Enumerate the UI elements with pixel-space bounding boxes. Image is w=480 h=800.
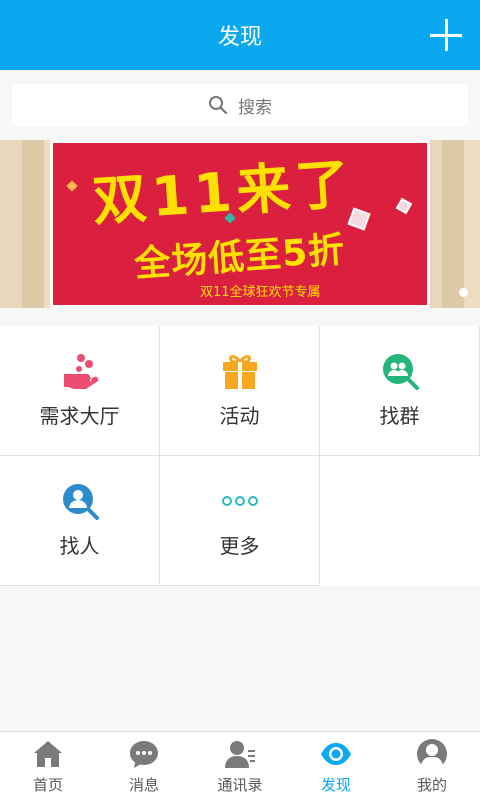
grid-item-find-group[interactable]: 找群 [320,326,480,456]
grid-item-more[interactable]: 更多 [160,456,320,586]
page-title: 发现 [217,25,262,50]
grid-item-demand-hall[interactable]: 需求大厅 [0,326,160,456]
nav-item-label: 首页 [32,776,63,794]
home-icon [34,741,62,767]
banner-card: 双11来了 全场低至5折 双11全球狂欢节专属 [50,140,430,308]
bottom-nav: 首页 消息 通讯录 发现 我的 [0,731,480,800]
nav-item-home[interactable]: 首页 [0,732,96,800]
eye-icon [321,743,351,765]
grid-item-label: 更多 [219,534,260,558]
gift-icon [222,355,257,389]
nav-item-label: 发现 [320,776,351,794]
nav-item-label: 我的 [416,776,447,794]
contacts-icon [225,741,255,768]
grid-item-label: 找群 [379,404,420,428]
nav-item-contacts[interactable]: 通讯录 [192,732,288,800]
find-person-icon [62,484,99,520]
more-dots-icon [221,496,258,506]
nav-item-discover[interactable]: 发现 [288,732,384,800]
carousel-indicator[interactable] [459,288,468,297]
grid-item-label: 找人 [59,534,100,558]
search-placeholder: 搜索 [238,97,272,118]
banner-tagline: 双11全球狂欢节专属 [200,285,321,300]
top-bar: 发现 [0,0,480,70]
nav-item-messages[interactable]: 消息 [96,732,192,800]
plus-icon[interactable] [430,19,462,51]
grid-item-label: 活动 [219,404,260,428]
grid-item-label: 需求大厅 [39,404,120,428]
grid-item-activity[interactable]: 活动 [160,326,320,456]
nav-item-label: 消息 [128,776,159,794]
search-icon [209,96,228,115]
grid-item-find-person[interactable]: 找人 [0,456,160,586]
confetti-decoration [66,180,78,192]
find-group-icon [382,354,419,390]
promo-banner[interactable]: 双11来了 全场低至5折 双11全球狂欢节专属 [0,140,480,308]
message-icon [130,741,158,768]
feature-grid: 需求大厅 活动 找群 找人 更多 [0,326,480,586]
hand-coins-icon [63,354,98,389]
search-input[interactable]: 搜索 [12,84,468,126]
nav-item-label: 通讯录 [217,776,263,794]
profile-icon [417,739,447,769]
confetti-decoration [395,197,413,215]
nav-item-profile[interactable]: 我的 [384,732,480,800]
